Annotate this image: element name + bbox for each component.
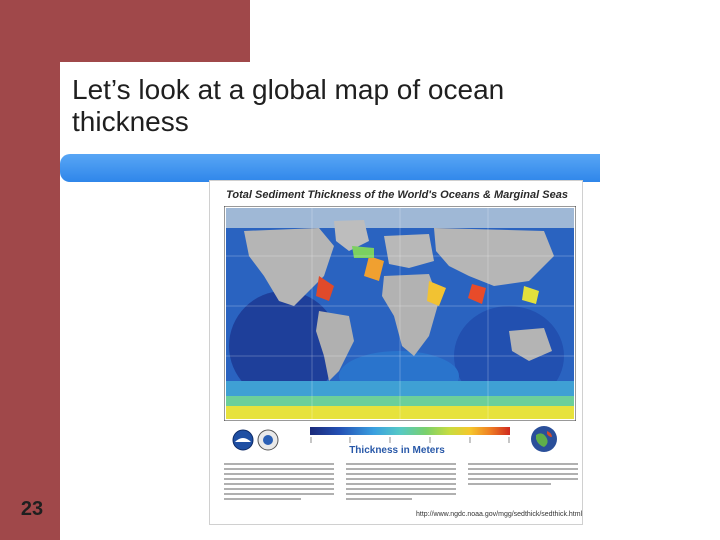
top-accent-block xyxy=(60,0,250,62)
description-text-column-2 xyxy=(346,463,456,513)
title-underline-bar xyxy=(60,154,600,182)
color-scale-ticks xyxy=(310,437,510,443)
world-sediment-map xyxy=(224,206,576,421)
left-accent-bar xyxy=(0,0,60,540)
legend-title: Thickness in Meters xyxy=(349,445,445,456)
europe-landmass xyxy=(384,234,434,268)
globe-icon xyxy=(531,426,557,452)
description-text-column-3 xyxy=(468,463,578,513)
description-text-column-1 xyxy=(224,463,334,513)
thickness-color-scale xyxy=(310,427,510,435)
slide-number: 23 xyxy=(20,498,44,520)
source-url-link[interactable]: http://www.ngdc.noaa.gov/mgg/sedthick/se… xyxy=(416,511,584,518)
slide-title: Let’s look at a global map of ocean thic… xyxy=(72,74,505,137)
figure-title: Total Sediment Thickness of the World's … xyxy=(226,189,568,201)
sediment-map-figure: Total Sediment Thickness of the World's … xyxy=(209,180,583,525)
